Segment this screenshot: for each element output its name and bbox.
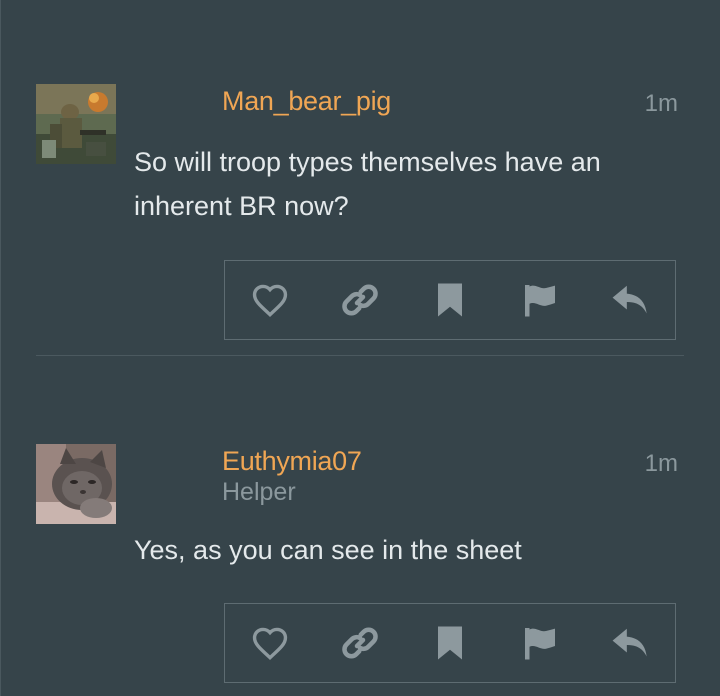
left-edge-line xyxy=(0,0,1,696)
heart-icon xyxy=(252,284,288,317)
post-time[interactable]: 1m xyxy=(645,90,678,118)
reply-icon xyxy=(612,628,647,657)
flag-button[interactable] xyxy=(519,279,561,321)
username[interactable]: Man_bear_pig xyxy=(222,86,391,117)
heart-icon xyxy=(252,627,288,660)
reply-icon xyxy=(612,285,647,314)
link-icon xyxy=(342,284,378,316)
post-actions xyxy=(224,603,676,683)
bookmark-button[interactable] xyxy=(429,279,471,321)
username[interactable]: Euthymia07 xyxy=(222,446,362,477)
flag-icon xyxy=(525,285,555,317)
bookmark-icon xyxy=(438,283,462,317)
bookmark-button[interactable] xyxy=(429,622,471,664)
bookmark-icon xyxy=(438,626,462,660)
user-title: Helper xyxy=(222,478,296,506)
flag-icon xyxy=(525,628,555,660)
copy-link-button[interactable] xyxy=(339,279,381,321)
reply-button[interactable] xyxy=(609,279,651,321)
post-actions xyxy=(224,260,676,340)
flag-button[interactable] xyxy=(519,622,561,664)
like-button[interactable] xyxy=(249,622,291,664)
link-icon xyxy=(342,627,378,659)
reply-button[interactable] xyxy=(609,622,651,664)
post-divider xyxy=(36,355,684,356)
like-button[interactable] xyxy=(249,279,291,321)
cat-avatar-image xyxy=(36,444,116,524)
copy-link-button[interactable] xyxy=(339,622,381,664)
soldier-avatar-image xyxy=(36,84,116,164)
avatar[interactable] xyxy=(36,444,116,524)
avatar[interactable] xyxy=(36,84,116,164)
post-body: So will troop types themselves have an i… xyxy=(134,147,601,221)
post-time[interactable]: 1m xyxy=(645,450,678,478)
post-body: Yes, as you can see in the sheet xyxy=(134,535,522,565)
